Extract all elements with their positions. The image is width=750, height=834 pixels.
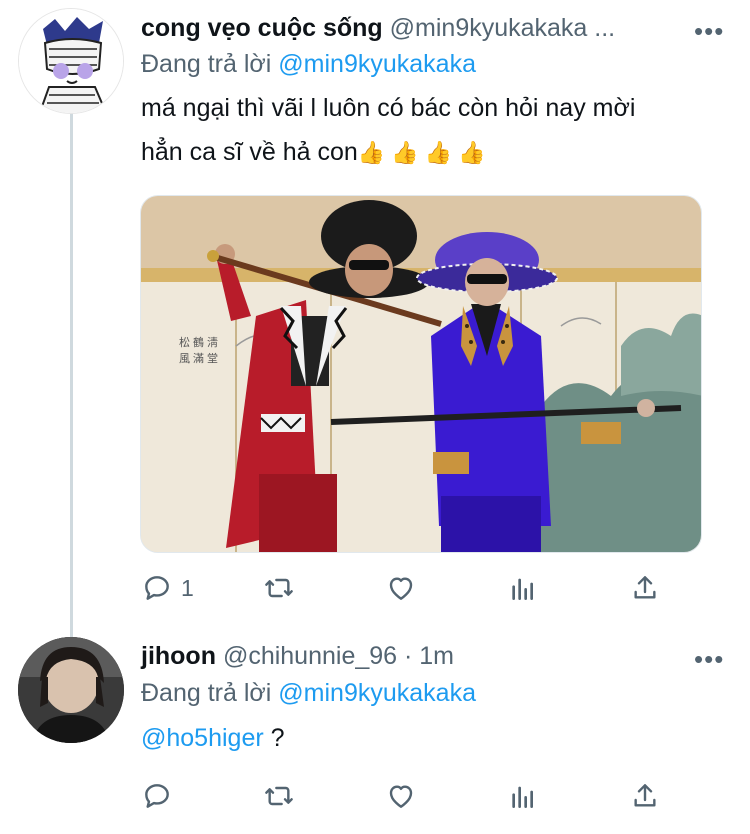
analytics-button[interactable]: [507, 570, 539, 606]
reply-button[interactable]: [141, 778, 173, 814]
replying-to-mention[interactable]: @min9kyukakaka: [278, 50, 476, 78]
thumbs-up-emojis: 👍 👍 👍 👍: [357, 140, 486, 165]
display-name[interactable]: cong vẹo cuộc sống: [141, 14, 383, 42]
analytics-icon: [512, 578, 533, 600]
svg-text:滿: 滿: [193, 352, 204, 365]
replying-to-mention[interactable]: @min9kyukakaka: [278, 679, 476, 707]
svg-text:松: 松: [179, 335, 190, 349]
avatar[interactable]: [18, 8, 124, 114]
tweet-text-line: má ngại thì vãi l luôn có bác còn hỏi na…: [141, 94, 636, 122]
user-handle[interactable]: @min9kyukakaka ...: [390, 14, 615, 42]
user-handle[interactable]: @chihunnie_96 · 1m: [223, 642, 454, 670]
svg-text:風: 風: [179, 352, 190, 365]
share-icon: [634, 576, 656, 599]
replying-prefix: Đang trả lời: [141, 50, 272, 78]
like-button[interactable]: [385, 570, 417, 606]
tweet-header: jihoon @chihunnie_96 · 1m: [141, 642, 454, 671]
avatar[interactable]: [18, 637, 124, 743]
reply-icon: [145, 576, 169, 600]
tweet-text-segment: hẳn ca sĩ về hả con: [141, 138, 358, 166]
reply-icon: [145, 784, 169, 808]
display-name[interactable]: jihoon: [141, 642, 216, 670]
svg-text:淸: 淸: [207, 336, 218, 349]
retweet-icon: [265, 578, 293, 598]
analytics-button[interactable]: [507, 778, 539, 814]
text-mention[interactable]: @ho5higer: [141, 724, 264, 752]
svg-text:堂: 堂: [207, 352, 218, 365]
retweet-button[interactable]: [263, 778, 295, 814]
replying-to: Đang trả lời @min9kyukakaka: [141, 50, 476, 79]
svg-text:鶴: 鶴: [193, 335, 204, 349]
tweet-text: má ngại thì vãi l luôn có bác còn hỏi na…: [141, 86, 731, 175]
avatar-illustration: [19, 9, 123, 113]
more-options-icon[interactable]: •••: [694, 646, 724, 672]
tweet-header: cong vẹo cuộc sống @min9kyukakaka ...: [141, 14, 615, 43]
tweet-text: @ho5higer ?: [141, 716, 731, 760]
replying-prefix: Đang trả lời: [141, 679, 272, 707]
retweet-button[interactable]: [263, 570, 295, 606]
tweet-actions: 1: [141, 570, 671, 606]
tweet-text-segment: ?: [263, 724, 285, 752]
reply-button[interactable]: 1: [141, 570, 194, 606]
like-icon: [389, 577, 413, 600]
retweet-icon: [265, 786, 293, 806]
reply-count: 1: [181, 574, 194, 601]
more-options-icon[interactable]: •••: [694, 18, 724, 44]
tweet-actions: [141, 778, 671, 814]
share-button[interactable]: [629, 778, 661, 814]
tweet-photo[interactable]: 松鶴淸 風滿堂: [140, 195, 702, 553]
tweet-text-line: hẳn ca sĩ về hả con👍 👍 👍 👍: [141, 130, 731, 175]
like-icon: [389, 785, 413, 808]
analytics-icon: [512, 786, 533, 808]
avatar-photo: [18, 637, 124, 743]
thread-connector-line: [70, 112, 73, 640]
share-icon: [634, 784, 656, 807]
photo-two-men-costumes: 松鶴淸 風滿堂: [141, 196, 701, 552]
share-button[interactable]: [629, 570, 661, 606]
like-button[interactable]: [385, 778, 417, 814]
replying-to: Đang trả lời @min9kyukakaka: [141, 679, 476, 708]
